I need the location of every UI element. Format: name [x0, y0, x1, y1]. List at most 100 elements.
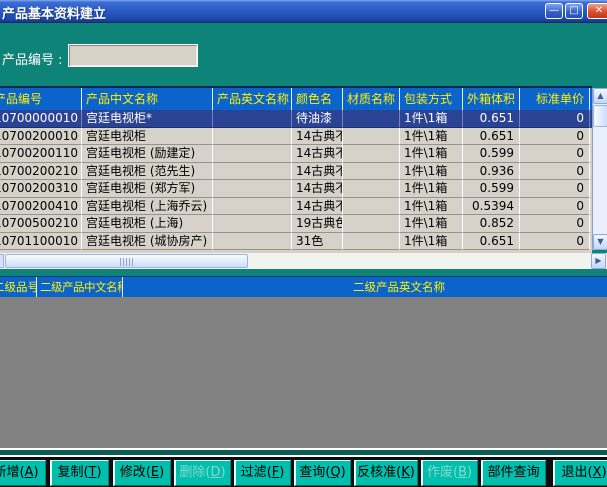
table-row[interactable]: 10700000010宫廷电视柜* 待油漆 1件\1箱0.6510	[0, 110, 592, 128]
subgrid-empty-area	[0, 297, 607, 448]
toolbar-button-label: 查询(Q)	[294, 460, 351, 486]
table-cell: 10700200410	[0, 198, 82, 216]
horizontal-scroll-stub	[0, 254, 4, 268]
table-cell: 0	[520, 233, 590, 251]
product-code-input[interactable]	[68, 44, 198, 67]
table-cell: 14古典不	[292, 180, 343, 198]
toolbar-button-label: 修改(E)	[113, 460, 171, 486]
maximize-button[interactable]: □	[565, 3, 583, 19]
toolbar-button-label: 复制(T)	[50, 460, 109, 486]
toolbar-button-label: 删除(D)	[174, 460, 231, 486]
table-cell	[343, 180, 400, 198]
table-row[interactable]: 10700200010宫廷电视柜14古典不1件\1箱0.6510	[0, 128, 592, 146]
table-cell: 10700200310	[0, 180, 82, 198]
up-arrow-icon: ▲	[597, 91, 603, 100]
table-cell	[343, 145, 400, 163]
table-row[interactable]: 10700500210宫廷电视柜 (上海)19古典色1件\1箱0.8520	[0, 215, 592, 233]
window-title: 产品基本资料建立	[2, 3, 106, 22]
table-cell: 1件\1箱	[400, 145, 463, 163]
table-cell: 0	[520, 198, 590, 216]
table-cell	[213, 215, 292, 233]
table-cell: 0.599	[463, 180, 520, 198]
titlebar: 产品基本资料建立 — □ ✕	[0, 0, 607, 23]
scroll-right-button[interactable]: ▶	[591, 253, 606, 269]
maximize-icon: □	[566, 4, 582, 17]
table-cell: 31色	[292, 233, 343, 251]
table-row[interactable]: 10700200210宫廷电视柜 (范先生)14古典不1件\1箱0.9360	[0, 163, 592, 181]
table-row[interactable]: 10701100010宫廷电视柜 (城协房产) 31色 1件\1箱0.6510	[0, 233, 592, 251]
table-cell: 0	[520, 163, 590, 181]
down-arrow-icon: ▼	[597, 237, 603, 246]
table-cell: 待油漆	[292, 110, 343, 128]
column-header: 产品英文名称	[213, 88, 292, 110]
minimize-button[interactable]: —	[545, 3, 563, 19]
table-cell: 14古典不	[292, 128, 343, 146]
table-cell: 1件\1箱	[400, 233, 463, 251]
vertical-scroll-thumb[interactable]	[593, 105, 607, 127]
table-cell: 1件\1箱	[400, 128, 463, 146]
table-cell: 1件\1箱	[400, 215, 463, 233]
toolbar-button-label: 退出(X)	[553, 460, 607, 486]
table-cell	[213, 233, 292, 251]
table-cell: 0	[520, 110, 590, 128]
table-cell: 宫廷电视柜 (上海乔云)	[82, 198, 213, 216]
table-cell	[213, 110, 292, 128]
toolbar-button-label: 新增(A)	[0, 460, 46, 486]
table-cell: 0.651	[463, 110, 520, 128]
close-icon: ✕	[588, 4, 607, 17]
subgrid-header: 二级品号 二级产品中文名称 二级产品英文名称	[0, 276, 607, 297]
table-cell: 0.852	[463, 215, 520, 233]
table-cell	[213, 128, 292, 146]
table-cell: 10700000010	[0, 110, 82, 128]
table-cell: 0.5394	[463, 198, 520, 216]
table-cell: 1件\1箱	[400, 163, 463, 181]
table-cell: 1件\1箱	[400, 110, 463, 128]
table-cell	[343, 215, 400, 233]
table-cell	[213, 145, 292, 163]
table-cell	[343, 233, 400, 251]
table-cell: 14古典不	[292, 145, 343, 163]
vertical-scrollbar[interactable]: ▲ ▼	[592, 88, 607, 250]
column-header: 颜色名	[292, 88, 343, 110]
column-header: 产品编号	[0, 88, 82, 110]
table-cell: 10700200010	[0, 128, 82, 146]
table-cell: 0	[520, 128, 590, 146]
subgrid-header-cell: 二级产品中文名称	[37, 277, 123, 297]
toolbar-button-label: 过滤(F)	[234, 460, 291, 486]
table-cell: 宫廷电视柜 (郑方军)	[82, 180, 213, 198]
product-grid: 产品编号产品中文名称产品英文名称颜色名材质名称包装方式外箱体积标准单价 1070…	[0, 86, 592, 255]
table-row[interactable]: 10700200410宫廷电视柜 (上海乔云) 14古典不 1件\1箱0.53940	[0, 198, 592, 216]
table-cell: 0	[520, 145, 590, 163]
table-cell: 宫廷电视柜 (城协房产)	[82, 233, 213, 251]
table-cell: 0.651	[463, 233, 520, 251]
scroll-down-button[interactable]: ▼	[593, 234, 607, 250]
close-button[interactable]: ✕	[587, 3, 607, 19]
horizontal-scrollbar[interactable]: ▶	[0, 253, 607, 269]
table-cell: 0.936	[463, 163, 520, 181]
table-cell	[343, 163, 400, 181]
table-cell	[213, 163, 292, 181]
table-cell: 10700200110	[0, 145, 82, 163]
table-cell: 10701100010	[0, 233, 82, 251]
table-cell: 1件\1箱	[400, 198, 463, 216]
table-cell: 宫廷电视柜 (上海)	[82, 215, 213, 233]
table-cell: 宫廷电视柜*	[82, 110, 213, 128]
horizontal-scroll-thumb[interactable]	[5, 254, 248, 268]
table-row[interactable]: 10700200310宫廷电视柜 (郑方军)14古典不1件\1箱0.5990	[0, 180, 592, 198]
thumb-grip-icon	[120, 258, 134, 266]
toolbar-button-label: 部件查询	[481, 460, 546, 486]
table-cell	[343, 128, 400, 146]
column-header: 标准单价	[520, 88, 590, 110]
table-row[interactable]: 10700200110宫廷电视柜 (励建定)14古典不1件\1箱0.5990	[0, 145, 592, 163]
table-cell: 14古典不	[292, 198, 343, 216]
table-cell: 10700200210	[0, 163, 82, 181]
app-window: 产品基本资料建立 — □ ✕ 产品编号 : 产品编号产品中文名称产品英文名称颜色…	[0, 0, 607, 487]
column-header: 产品中文名称	[82, 88, 213, 110]
table-cell	[213, 198, 292, 216]
grid-header: 产品编号产品中文名称产品英文名称颜色名材质名称包装方式外箱体积标准单价	[0, 88, 592, 110]
grid-body: 10700000010宫廷电视柜*待油漆1件\1箱0.6510107002000…	[0, 110, 592, 250]
scroll-up-button[interactable]: ▲	[593, 88, 607, 104]
table-cell: 宫廷电视柜 (范先生)	[82, 163, 213, 181]
column-header: 外箱体积	[463, 88, 520, 110]
right-arrow-icon: ▶	[595, 256, 601, 265]
